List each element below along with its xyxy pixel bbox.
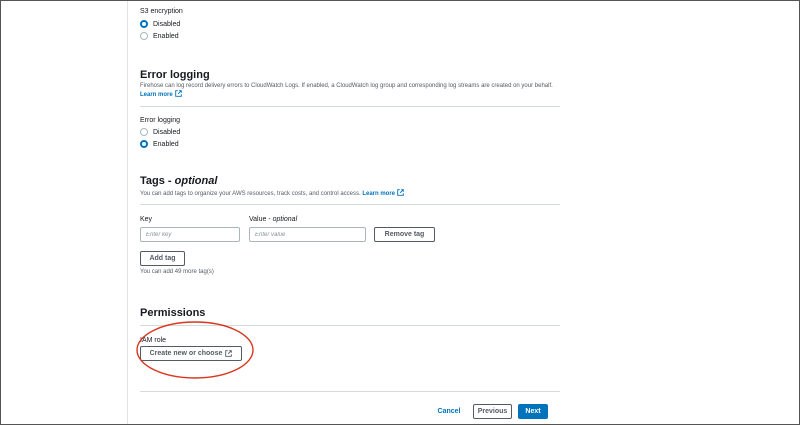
create-new-or-choose-button[interactable]: Create new or choose bbox=[140, 346, 242, 361]
tag-key-label: Key bbox=[140, 216, 153, 223]
remove-tag-button[interactable]: Remove tag bbox=[374, 227, 435, 242]
tags-title-optional: optional bbox=[174, 175, 218, 187]
iam-role-label: IAM role bbox=[140, 337, 167, 344]
tag-value-label-text: Value - bbox=[249, 216, 273, 223]
error-logging-learn-more[interactable]: Learn more bbox=[140, 90, 182, 98]
error-logging-field-label: Error logging bbox=[140, 117, 181, 124]
external-link-icon bbox=[225, 350, 233, 357]
tag-value-label: Value - optional bbox=[249, 216, 297, 223]
radio-unselected[interactable] bbox=[140, 32, 148, 40]
tag-value-label-optional: optional bbox=[272, 216, 298, 223]
radio-selected[interactable] bbox=[140, 20, 148, 28]
s3-encryption-enabled-option[interactable]: Enabled bbox=[140, 32, 179, 40]
tags-description: You can add tags to organize your AWS re… bbox=[140, 189, 404, 197]
error-logging-enabled-option[interactable]: Enabled bbox=[140, 140, 179, 148]
error-logging-enabled-label: Enabled bbox=[153, 140, 179, 148]
tags-title: Tags - optional bbox=[140, 175, 217, 187]
s3-encryption-enabled-label: Enabled bbox=[153, 32, 179, 40]
next-button[interactable]: Next bbox=[518, 404, 548, 419]
divider bbox=[140, 391, 560, 392]
external-link-icon bbox=[397, 189, 404, 196]
error-logging-description: Firehose can log record delivery errors … bbox=[140, 83, 553, 89]
add-tag-button[interactable]: Add tag bbox=[140, 251, 185, 266]
external-link-icon bbox=[174, 90, 182, 97]
create-new-or-choose-label: Create new or choose bbox=[149, 350, 223, 357]
previous-button[interactable]: Previous bbox=[473, 404, 512, 419]
radio-unselected[interactable] bbox=[140, 128, 148, 136]
tag-key-input[interactable] bbox=[140, 227, 240, 242]
divider bbox=[140, 204, 560, 205]
divider bbox=[140, 106, 560, 107]
s3-encryption-disabled-option[interactable]: Disabled bbox=[140, 20, 180, 28]
error-logging-disabled-option[interactable]: Disabled bbox=[140, 128, 180, 136]
wizard-page: S3 encryption Disabled Enabled Error log… bbox=[127, 1, 799, 424]
s3-encryption-disabled-label: Disabled bbox=[153, 20, 181, 28]
s3-encryption-label: S3 encryption bbox=[140, 8, 183, 15]
permissions-title: Permissions bbox=[140, 307, 206, 319]
radio-selected[interactable] bbox=[140, 140, 148, 148]
cancel-button[interactable]: Cancel bbox=[434, 404, 464, 419]
learn-more-link[interactable]: Learn more bbox=[140, 92, 173, 98]
tags-remaining-hint: You can add 49 more tag(s) bbox=[140, 269, 214, 275]
tags-learn-more-link[interactable]: Learn more bbox=[362, 191, 395, 197]
error-logging-title: Error logging bbox=[140, 69, 210, 81]
tag-value-input[interactable] bbox=[249, 227, 366, 242]
tags-title-text: Tags - bbox=[140, 175, 175, 187]
error-logging-disabled-label: Disabled bbox=[153, 128, 181, 136]
divider bbox=[140, 325, 560, 326]
tags-description-text: You can add tags to organize your AWS re… bbox=[140, 191, 361, 197]
